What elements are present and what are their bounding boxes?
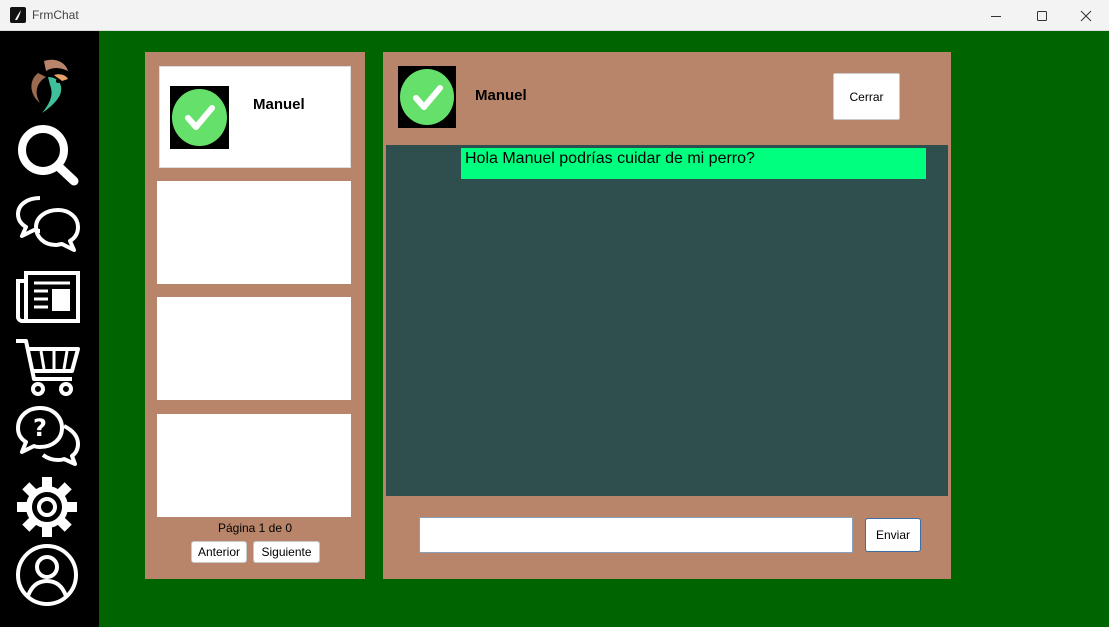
sidebar-item-profile[interactable]	[14, 543, 82, 607]
contact-card-empty[interactable]	[157, 414, 351, 517]
maximize-button[interactable]	[1019, 0, 1065, 31]
minimize-button[interactable]	[973, 0, 1019, 31]
chat-contact-avatar	[398, 66, 456, 128]
sidebar-item-shop[interactable]	[14, 335, 82, 399]
sidebar-item-search[interactable]	[14, 123, 82, 187]
previous-page-button[interactable]: Anterior	[191, 541, 247, 563]
contact-card-empty[interactable]	[157, 181, 351, 284]
message-bubble: Hola Manuel podrías cuidar de mi perro?	[461, 148, 926, 179]
sidebar-item-help[interactable]: ?	[14, 404, 82, 468]
checkmark-icon	[413, 85, 443, 110]
sidebar: ?	[0, 31, 99, 627]
next-page-button[interactable]: Siguiente	[253, 541, 320, 563]
sidebar-item-home[interactable]	[14, 55, 82, 119]
settings-gear-icon	[17, 477, 77, 537]
brand-logo-icon	[31, 59, 68, 113]
help-chat-icon: ?	[16, 406, 80, 466]
minimize-icon	[991, 15, 1001, 17]
contact-name: Manuel	[253, 96, 305, 113]
pagination-label: Página 1 de 0	[217, 521, 293, 535]
sidebar-item-news[interactable]	[14, 265, 82, 329]
contacts-panel: Manuel Página 1 de 0 Anterior Siguiente	[145, 52, 365, 579]
sidebar-item-chats[interactable]	[14, 192, 82, 256]
contact-avatar	[170, 86, 229, 149]
user-profile-icon	[16, 544, 78, 606]
message-input[interactable]	[419, 517, 853, 553]
chat-bubbles-icon	[16, 196, 80, 252]
svg-text:?: ?	[33, 414, 47, 442]
contact-card-empty[interactable]	[157, 297, 351, 400]
close-window-button[interactable]	[1063, 0, 1109, 31]
close-chat-button[interactable]: Cerrar	[833, 73, 900, 120]
maximize-icon	[1037, 10, 1047, 21]
chat-panel: Manuel Cerrar Hola Manuel podrías cuidar…	[383, 52, 951, 579]
window-titlebar: FrmChat	[0, 0, 1109, 31]
search-icon	[18, 125, 79, 186]
shopping-cart-icon	[16, 339, 80, 396]
sidebar-item-settings[interactable]	[14, 474, 82, 538]
message-area: Hola Manuel podrías cuidar de mi perro?	[386, 145, 948, 496]
chat-contact-name: Manuel	[475, 87, 527, 104]
contact-card[interactable]: Manuel	[159, 66, 351, 168]
close-icon	[1080, 10, 1092, 21]
send-button[interactable]: Enviar	[865, 518, 921, 552]
newspaper-icon	[16, 271, 80, 323]
app-icon	[10, 7, 26, 23]
window-title: FrmChat	[32, 8, 79, 22]
checkmark-icon	[185, 105, 215, 130]
